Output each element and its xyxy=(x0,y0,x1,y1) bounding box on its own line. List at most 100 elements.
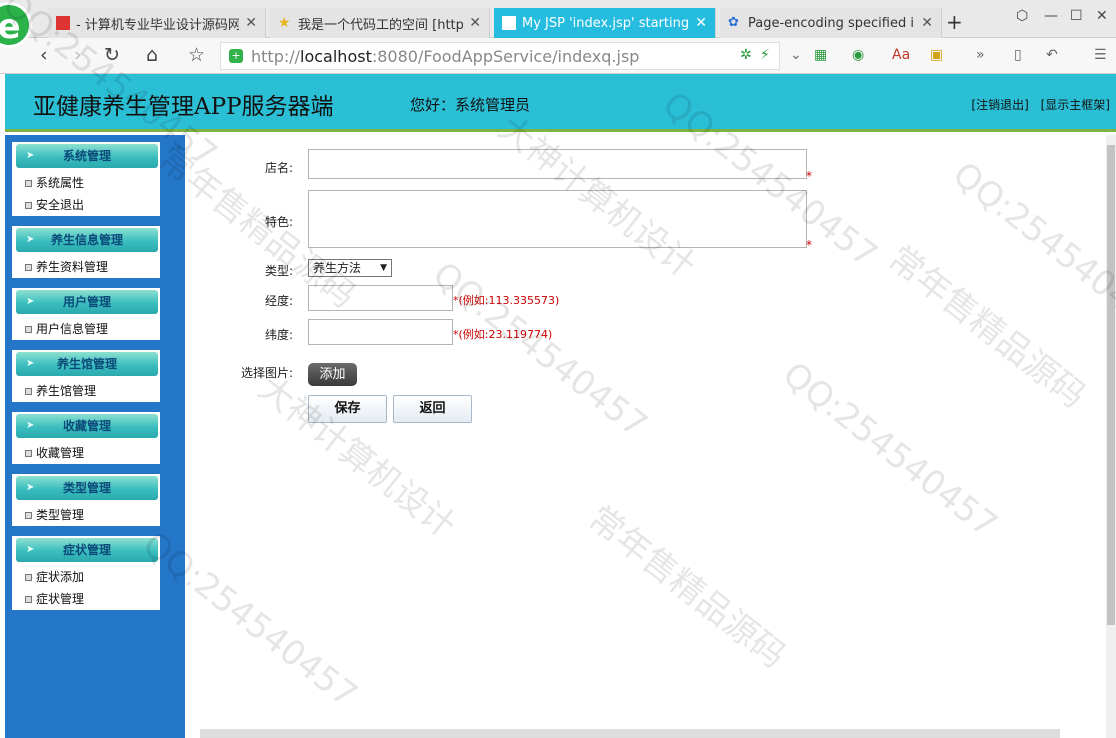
menu-head-health-info[interactable]: ➤ 养生信息管理 xyxy=(16,228,158,252)
close-icon[interactable]: ✕ xyxy=(469,15,481,31)
menu-head-label: 养生信息管理 xyxy=(50,233,123,247)
scroll-thumb[interactable] xyxy=(1107,145,1115,625)
grid-ext-icon[interactable]: ▦ xyxy=(814,47,827,63)
menu-group-system: ➤ 系统管理 系统属性 安全退出 xyxy=(12,142,160,216)
feature-field[interactable] xyxy=(308,190,807,248)
image-label: 选择图片: xyxy=(240,366,293,380)
menu-group-favorites: ➤ 收藏管理 收藏管理 xyxy=(12,412,160,464)
menu-head-favorites[interactable]: ➤ 收藏管理 xyxy=(16,414,158,438)
tab-2-active[interactable]: My JSP 'index.jsp' starting p ✕ xyxy=(494,8,716,38)
arrow-icon: ➤ xyxy=(26,482,35,493)
name-label: 店名: xyxy=(264,161,293,175)
feature-label: 特色: xyxy=(264,215,293,229)
menu-item-health-data[interactable]: 养生资料管理 xyxy=(12,256,160,278)
header-links: [注销退出] [显示主框架] xyxy=(963,96,1110,113)
translate-icon[interactable]: Aa xyxy=(892,47,910,63)
arrow-icon: ➤ xyxy=(26,420,35,431)
shield-ext-icon[interactable]: ◉ xyxy=(852,47,864,63)
more-ext-icon[interactable]: » xyxy=(976,47,985,63)
menu-item-user-info[interactable]: 用户信息管理 xyxy=(12,318,160,340)
tab-3[interactable]: ✿ Page-encoding specified in ✕ xyxy=(720,8,942,38)
latitude-field[interactable] xyxy=(308,319,453,345)
url-bar[interactable]: + http://localhost:8080/FoodAppService/i… xyxy=(220,42,780,70)
main-form-area: 店名: * 特色: * 类型: 养生方法 ▼ 经度: *(例如:113.3355… xyxy=(185,135,1106,738)
reload-icon[interactable]: ↻ xyxy=(104,44,120,66)
skin-icon[interactable]: ⬡ xyxy=(1016,8,1028,24)
menu-item-system-properties[interactable]: 系统属性 xyxy=(12,172,160,194)
url-host: localhost xyxy=(300,46,372,66)
menu-head-label: 用户管理 xyxy=(62,295,111,309)
menu-head-label: 收藏管理 xyxy=(62,419,111,433)
maximize-icon[interactable]: ☐ xyxy=(1070,8,1083,24)
dropdown-icon[interactable]: ⌄ xyxy=(790,47,802,63)
menu-group-users: ➤ 用户管理 用户信息管理 xyxy=(12,288,160,340)
sidebar: ➤ 系统管理 系统属性 安全退出 ➤ 养生信息管理 养生资料管理 ➤ 用户管理 用户信… xyxy=(5,135,185,738)
menu-item-safe-exit[interactable]: 安全退出 xyxy=(12,194,160,216)
undo-icon[interactable]: ↶ xyxy=(1046,47,1058,63)
screenshot-icon[interactable]: ▣ xyxy=(930,47,943,63)
close-icon[interactable]: ✕ xyxy=(245,15,257,31)
page-icon xyxy=(502,16,516,30)
menu-item-venue-manage[interactable]: 养生馆管理 xyxy=(12,380,160,402)
back-icon[interactable]: ‹ xyxy=(40,44,48,66)
menu-item-favorites-manage[interactable]: 收藏管理 xyxy=(12,442,160,464)
lightning-icon[interactable]: ⚡ xyxy=(760,47,770,63)
app-header: 亚健康养生管理APP服务器端 您好：系统管理员 [注销退出] [显示主框架] xyxy=(5,74,1116,132)
menu-group-venues: ➤ 养生馆管理 养生馆管理 xyxy=(12,350,160,402)
browser-tab-bar: e - 计算机专业毕业设计源码网 ✕ ★ 我是一个代码工的空间 [http:/ … xyxy=(0,0,1116,48)
forward-icon[interactable]: › xyxy=(74,44,82,66)
reader-icon[interactable]: ▯ xyxy=(1014,47,1022,63)
longitude-label: 经度: xyxy=(264,294,293,308)
save-button[interactable]: 保存 xyxy=(308,395,387,423)
arrow-icon: ➤ xyxy=(26,150,35,161)
menu-item-symptom-add[interactable]: 症状添加 xyxy=(12,566,160,588)
home-icon[interactable]: ⌂ xyxy=(146,44,158,66)
close-icon[interactable]: ✕ xyxy=(695,15,707,31)
menu-head-users[interactable]: ➤ 用户管理 xyxy=(16,290,158,314)
menu-item-types-manage[interactable]: 类型管理 xyxy=(12,504,160,526)
close-icon[interactable]: ✕ xyxy=(921,15,933,31)
type-select[interactable]: 养生方法 ▼ xyxy=(308,259,392,277)
menu-group-symptoms: ➤ 症状管理 症状添加 症状管理 xyxy=(12,536,160,610)
longitude-hint: *(例如:113.335573) xyxy=(453,294,560,307)
required-mark: * xyxy=(806,169,812,183)
paw-icon: ✿ xyxy=(728,15,739,30)
longitude-field[interactable] xyxy=(308,285,453,311)
refresh-ext-icon[interactable]: ✲ xyxy=(740,47,752,63)
name-field[interactable] xyxy=(308,149,807,179)
tab-0[interactable]: - 计算机专业毕业设计源码网 ✕ xyxy=(48,8,266,38)
red-square-icon xyxy=(56,16,70,30)
minimize-icon[interactable]: — xyxy=(1044,8,1058,24)
arrow-icon: ➤ xyxy=(26,234,35,245)
window-close-icon[interactable]: ✕ xyxy=(1096,8,1108,24)
tab-title: 我是一个代码工的空间 [http:/ xyxy=(298,17,464,33)
type-label: 类型: xyxy=(264,264,293,278)
app-title: 亚健康养生管理APP服务器端 xyxy=(33,94,334,120)
menu-head-label: 养生馆管理 xyxy=(56,357,117,371)
menu-icon[interactable]: ☰ xyxy=(1094,47,1107,63)
menu-head-venues[interactable]: ➤ 养生馆管理 xyxy=(16,352,158,376)
back-button[interactable]: 返回 xyxy=(393,395,472,423)
menu-item-symptom-manage[interactable]: 症状管理 xyxy=(12,588,160,610)
horizontal-scrollbar[interactable] xyxy=(200,729,1060,738)
new-tab-icon[interactable]: + xyxy=(946,10,963,34)
menu-head-types[interactable]: ➤ 类型管理 xyxy=(16,476,158,500)
url-protocol: http:// xyxy=(251,46,301,66)
address-toolbar: ‹ › ↻ ⌂ ☆ + http://localhost:8080/FoodAp… xyxy=(0,38,1116,74)
show-frame-link[interactable]: [显示主框架] xyxy=(1041,98,1110,112)
vertical-scrollbar[interactable] xyxy=(1106,135,1116,738)
menu-head-symptoms[interactable]: ➤ 症状管理 xyxy=(16,538,158,562)
bookmark-star-icon[interactable]: ☆ xyxy=(188,44,205,66)
star-icon: ★ xyxy=(278,15,291,31)
add-image-button[interactable]: 添加 xyxy=(308,363,357,386)
menu-head-label: 系统管理 xyxy=(62,149,111,163)
tab-title: Page-encoding specified in xyxy=(748,15,916,31)
type-select-value: 养生方法 xyxy=(313,261,362,275)
menu-head-system[interactable]: ➤ 系统管理 xyxy=(16,144,158,168)
menu-head-label: 症状管理 xyxy=(62,543,111,557)
logout-link[interactable]: [注销退出] xyxy=(971,98,1028,112)
arrow-icon: ➤ xyxy=(26,296,35,307)
arrow-icon: ➤ xyxy=(26,358,35,369)
tab-1[interactable]: ★ 我是一个代码工的空间 [http:/ ✕ xyxy=(270,8,490,38)
required-mark: * xyxy=(806,238,812,252)
